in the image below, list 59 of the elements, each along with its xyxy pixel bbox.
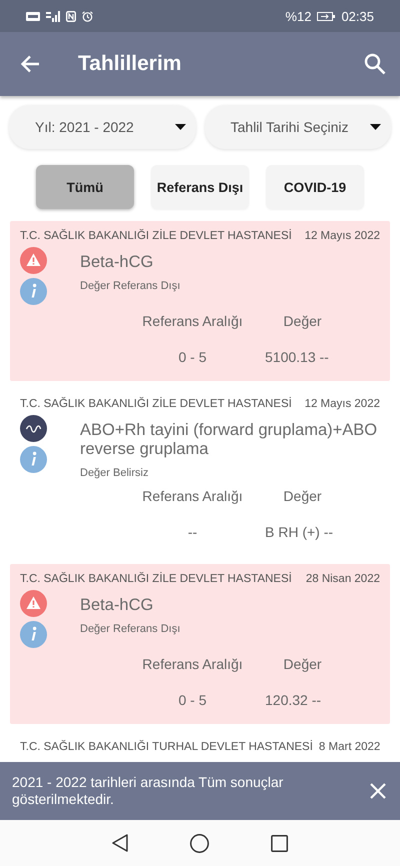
hospital-name: T.C. SAĞLIK BAKANLIĞI ZİLE DEVLET HASTANESİ	[20, 572, 292, 586]
circle-home-icon	[190, 834, 209, 852]
result-value: B RH (+) --	[265, 524, 334, 540]
reference-range: --	[186, 524, 198, 540]
back-button[interactable]	[20, 55, 40, 73]
result-card[interactable]: T.C. SAĞLIK BAKANLIĞI ZİLE DEVLET HASTANESİ 28 Nisan 2022 Beta-hCG Değer Referans Dışı Referans Aralığı Değer 0 - 5 120.32 --	[10, 564, 390, 724]
result-date: 28 Nisan 2022	[306, 572, 380, 586]
column-header: Değer	[282, 313, 323, 329]
column-header: Referans Aralığı	[141, 313, 244, 329]
wave-icon	[20, 415, 47, 442]
caret-icon	[370, 124, 381, 130]
hospital-name: T.C. SAĞLIK BAKANLIĞI ZİLE DEVLET HASTANESİ	[20, 397, 292, 411]
caret-icon	[174, 124, 186, 130]
filter-tab[interactable]: COVID-19	[266, 165, 364, 209]
hospital-name: T.C. SAĞLIK BAKANLIĞI ZİLE DEVLET HASTANESİ	[20, 229, 292, 243]
filter-tab[interactable]: Referans Dışı	[151, 165, 249, 209]
square-recents-icon	[271, 834, 288, 852]
battery-percent: %12	[285, 8, 312, 24]
warning-icon	[20, 247, 47, 274]
column-header: Referans Aralığı	[141, 656, 244, 672]
column-header: Referans Aralığı	[141, 488, 244, 504]
test-name: ABO+Rh tayini (forward gruplama)+ABO reverse gruplama	[80, 421, 378, 459]
filter-tab[interactable]: Tümü	[36, 165, 134, 209]
snackbar-message: 2021 - 2022 tarihleri arasında Tüm sonuçlar gösterilmektedir.	[12, 774, 284, 808]
result-value: 5100.13 --	[265, 349, 330, 365]
warning-icon	[20, 590, 47, 617]
reference-range: 0 - 5	[177, 692, 208, 708]
result-date: 12 Mayıs 2022	[304, 229, 380, 243]
filter-dropdown[interactable]: Tahlil Tarihi Seçiniz	[204, 105, 391, 149]
home-nav-button[interactable]	[190, 834, 209, 852]
back-nav-button[interactable]	[112, 834, 128, 852]
filter-dropdown[interactable]: Yıl: 2021 - 2022	[9, 105, 196, 149]
column-header: Değer	[282, 656, 323, 672]
nfc-icon	[66, 10, 76, 22]
triangle-back-icon	[112, 834, 128, 852]
back-arrow-icon	[20, 55, 40, 73]
hospital-name: T.C. SAĞLIK BAKANLIĞI TURHAL DEVLET HASTANESİ	[20, 740, 313, 754]
result-card[interactable]: T.C. SAĞLIK BAKANLIĞI ZİLE DEVLET HASTANESİ 12 Mayıs 2022 Beta-hCG Değer Referans Dışı Referans Aralığı Değer 0 - 5 5100.13 --	[10, 221, 390, 381]
alarm-icon	[82, 10, 93, 22]
result-status: Değer Referans Dışı	[80, 623, 182, 636]
search-button[interactable]	[364, 53, 386, 75]
screen-title: Tahlillerim	[78, 52, 182, 76]
close-button[interactable]	[370, 783, 386, 799]
close-icon	[370, 783, 386, 799]
result-status: Değer Belirsiz	[80, 467, 150, 480]
test-name: Beta-hCG	[80, 253, 154, 272]
recents-nav-button[interactable]	[271, 834, 288, 852]
reference-range: 0 - 5	[177, 349, 208, 365]
result-date: 12 Mayıs 2022	[304, 397, 380, 411]
clock-time: 02:35	[341, 8, 374, 24]
column-header: Değer	[282, 488, 323, 504]
result-date: 8 Mart 2022	[318, 740, 380, 754]
result-status: Değer Referans Dışı	[80, 280, 182, 293]
test-name: Beta-hCG	[80, 596, 154, 615]
signal-icon	[46, 10, 60, 22]
result-value: 120.32 --	[265, 692, 322, 708]
battery-charging-icon	[317, 12, 336, 20]
volte-icon	[26, 12, 40, 20]
search-icon	[364, 53, 386, 75]
